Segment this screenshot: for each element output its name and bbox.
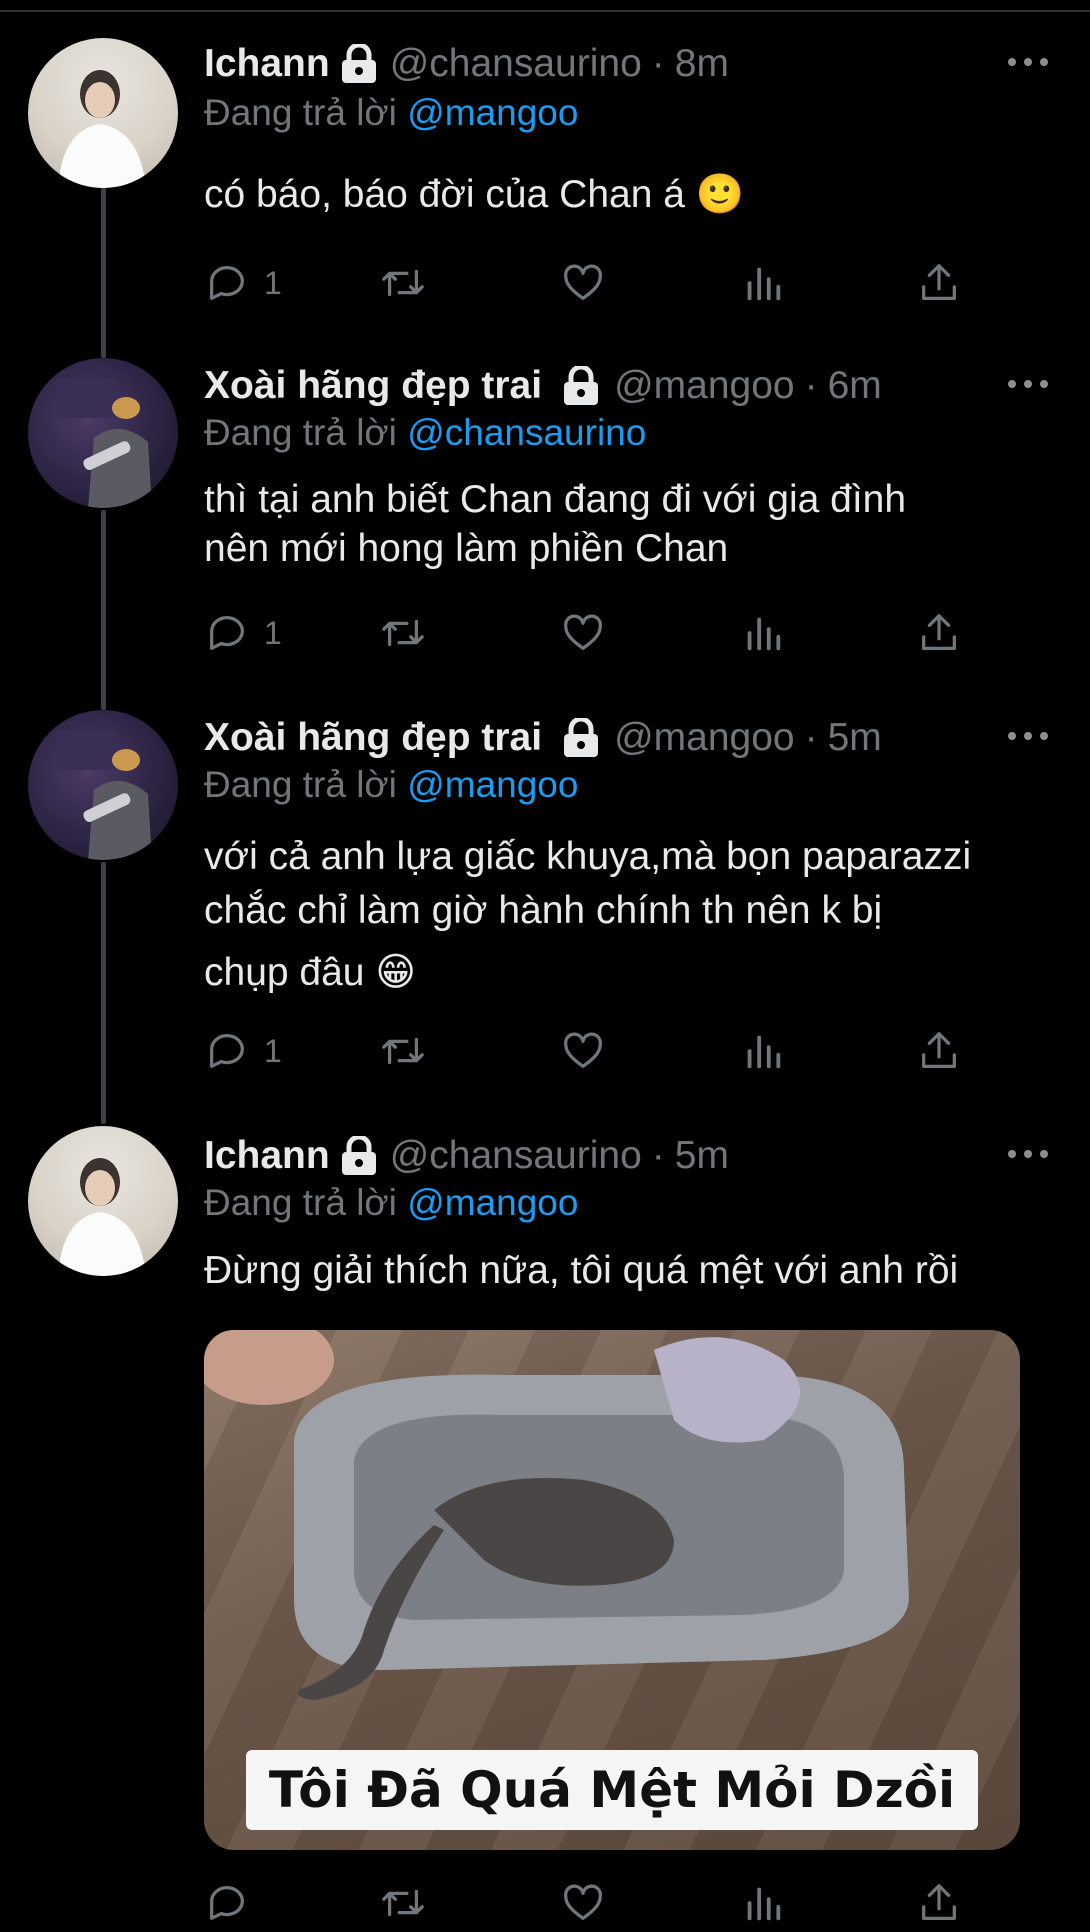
reply-icon: [210, 1886, 244, 1920]
tweet-text: Đừng giải thích nữa, tôi quá mệt với anh…: [204, 1249, 959, 1292]
retweet-button[interactable]: [380, 1880, 426, 1926]
tweet-media[interactable]: Tôi Đã Quá Mệt Mỏi Dzồi: [204, 1330, 1020, 1850]
avatar[interactable]: [28, 1126, 178, 1276]
replying-to: Đang trả lời @mangoo: [204, 1182, 578, 1224]
lock-icon: [340, 1136, 378, 1176]
retweet-icon: [382, 1889, 424, 1917]
tweet-header: Ichann @chansaurino · 5m: [204, 1132, 729, 1180]
display-name[interactable]: Ichann: [204, 1134, 330, 1178]
tweet-actions: [204, 1880, 964, 1932]
share-icon: [922, 1884, 956, 1920]
views-icon: [747, 1887, 781, 1921]
reply-button[interactable]: [204, 1880, 250, 1926]
separator: ·: [651, 1134, 665, 1177]
tweet[interactable]: Ichann @chansaurino · 5m Đang trả lời @m…: [0, 0, 1090, 1921]
media-caption: Tôi Đã Quá Mệt Mỏi Dzồi: [246, 1750, 978, 1830]
reply-prefix: Đang trả lời: [204, 1182, 397, 1223]
like-icon: [564, 1884, 602, 1920]
views-button[interactable]: [740, 1880, 786, 1926]
timestamp[interactable]: 5m: [675, 1134, 729, 1178]
mention-link[interactable]: @mangoo: [407, 1182, 578, 1223]
like-button[interactable]: [560, 1880, 606, 1926]
share-button[interactable]: [916, 1880, 962, 1926]
more-icon[interactable]: [1008, 1150, 1048, 1160]
user-handle[interactable]: @chansaurino: [390, 1134, 642, 1178]
